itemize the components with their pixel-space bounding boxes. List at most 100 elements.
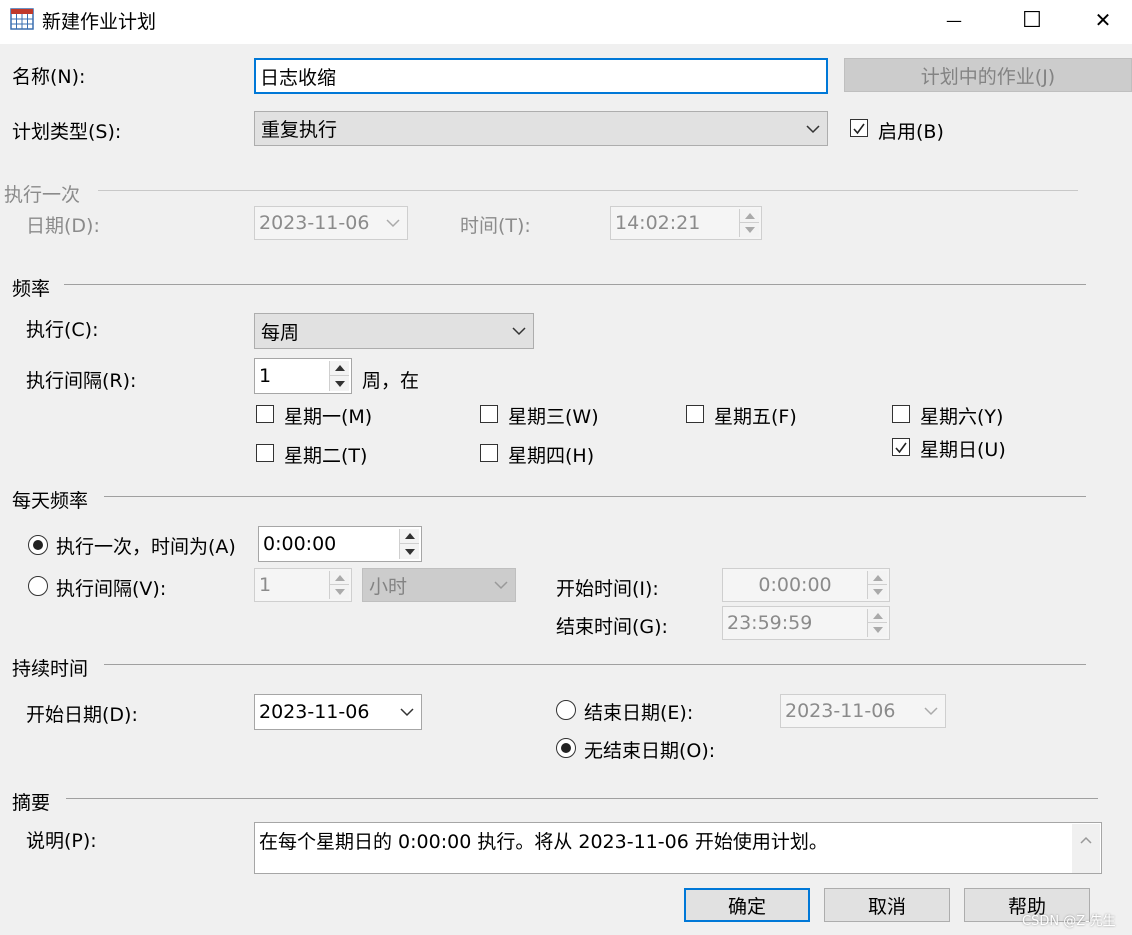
ok-button[interactable]: 确定: [684, 888, 810, 922]
checkmark-icon: [895, 442, 907, 454]
saturday-checkbox[interactable]: [892, 405, 910, 423]
daily-every-radio[interactable]: [28, 576, 48, 596]
name-input[interactable]: 日志收缩: [254, 58, 828, 94]
summary-group-title: 摘要: [12, 792, 51, 814]
close-icon: ✕: [1094, 8, 1112, 32]
description-text: 在每个星期日的 0:00:00 执行。将从 2023-11-06 开始使用计划。: [259, 831, 828, 853]
spin-up-icon[interactable]: [330, 361, 349, 376]
spin-up-icon[interactable]: [868, 609, 887, 623]
chevron-down-icon: [806, 124, 820, 133]
no-end-date-label: 无结束日期(O):: [584, 740, 716, 762]
maximize-icon: ☐: [1022, 7, 1042, 33]
spin-down-icon[interactable]: [400, 544, 419, 559]
one-time-time-label: 时间(T):: [460, 215, 531, 237]
daily-once-spin-buttons[interactable]: [399, 529, 419, 559]
chevron-down-icon: [386, 219, 400, 228]
maximize-button[interactable]: ☐: [996, 0, 1068, 40]
enabled-label: 启用(B): [878, 121, 944, 143]
end-date-label: 结束日期(E):: [584, 702, 694, 724]
start-time-spinner[interactable]: 0:00:00: [722, 568, 890, 602]
spin-up-icon[interactable]: [330, 571, 349, 585]
one-time-time-value: 14:02:21: [615, 212, 701, 234]
start-time-spin-buttons[interactable]: [867, 571, 887, 599]
duration-divider: [104, 664, 1086, 665]
radio-selected-dot: [561, 743, 571, 753]
scroll-up-icon[interactable]: [1080, 836, 1092, 844]
daily-once-radio[interactable]: [28, 535, 48, 555]
one-time-divider: [98, 190, 1078, 191]
description-label: 说明(P):: [26, 830, 97, 852]
one-time-date-label: 日期(D):: [26, 215, 100, 237]
one-time-date-value: 2023-11-06: [259, 212, 370, 234]
schedule-type-select[interactable]: 重复执行: [254, 111, 828, 146]
daily-every-unit-value: 小时: [369, 575, 408, 598]
wednesday-checkbox[interactable]: [480, 405, 498, 423]
schedule-type-value: 重复执行: [261, 119, 338, 141]
sunday-label: 星期日(U): [920, 439, 1006, 461]
thursday-label: 星期四(H): [508, 445, 595, 467]
one-time-time-spinner[interactable]: 14:02:21: [610, 206, 762, 240]
start-date-picker[interactable]: 2023-11-06: [254, 694, 422, 730]
occurs-select[interactable]: 每周: [254, 313, 534, 349]
window-title: 新建作业计划: [42, 11, 157, 33]
recurs-spin-buttons[interactable]: [329, 361, 349, 391]
spin-down-icon[interactable]: [868, 623, 887, 637]
description-textarea[interactable]: 在每个星期日的 0:00:00 执行。将从 2023-11-06 开始使用计划。: [254, 822, 1102, 874]
cancel-button[interactable]: 取消: [824, 888, 950, 922]
end-date-picker[interactable]: 2023-11-06: [780, 694, 946, 728]
monday-label: 星期一(M): [284, 406, 373, 428]
spin-up-icon[interactable]: [740, 209, 759, 223]
start-date-value: 2023-11-06: [259, 701, 370, 723]
start-time-value: 0:00:00: [758, 574, 832, 596]
description-scrollbar[interactable]: [1072, 824, 1100, 873]
duration-group-title: 持续时间: [12, 658, 89, 680]
spin-down-icon[interactable]: [740, 223, 759, 237]
recurs-suffix: 周，在: [362, 370, 420, 392]
recurs-value: 1: [259, 365, 272, 387]
daily-every-unit-select[interactable]: 小时: [362, 568, 516, 602]
start-date-label: 开始日期(D):: [26, 704, 138, 726]
end-date-radio[interactable]: [556, 700, 576, 720]
close-button[interactable]: ✕: [1074, 0, 1132, 40]
spin-down-icon[interactable]: [330, 376, 349, 391]
spin-up-icon[interactable]: [868, 571, 887, 585]
tuesday-checkbox[interactable]: [256, 444, 274, 462]
end-time-value: 23:59:59: [727, 612, 813, 634]
spin-down-icon[interactable]: [868, 585, 887, 599]
monday-checkbox[interactable]: [256, 405, 274, 423]
one-time-date-picker[interactable]: 2023-11-06: [254, 206, 408, 240]
chevron-down-icon: [512, 327, 526, 336]
recurs-label: 执行间隔(R):: [26, 370, 137, 392]
end-time-spinner[interactable]: 23:59:59: [722, 606, 890, 640]
daily-once-label: 执行一次，时间为(A): [56, 536, 236, 558]
minimize-button[interactable]: —: [918, 0, 990, 40]
daily-every-spinner[interactable]: 1: [254, 568, 352, 602]
daily-every-value: 1: [259, 574, 272, 596]
daily-every-spin-buttons[interactable]: [329, 571, 349, 599]
spin-up-icon[interactable]: [400, 529, 419, 544]
name-input-value: 日志收缩: [260, 66, 337, 89]
end-time-spin-buttons[interactable]: [867, 609, 887, 637]
chevron-down-icon: [494, 581, 508, 590]
saturday-label: 星期六(Y): [920, 406, 1004, 428]
occurs-label: 执行(C):: [26, 319, 99, 341]
end-date-value: 2023-11-06: [785, 700, 896, 722]
spin-down-icon[interactable]: [330, 585, 349, 599]
schedule-grid-icon: [10, 8, 34, 30]
friday-label: 星期五(F): [714, 406, 797, 428]
enabled-checkbox[interactable]: [850, 119, 868, 137]
minimize-icon: —: [946, 10, 962, 30]
sunday-checkbox[interactable]: [892, 438, 910, 456]
daily-once-time-spinner[interactable]: 0:00:00: [258, 526, 422, 562]
jobs-in-schedule-button[interactable]: 计划中的作业(J): [844, 58, 1132, 92]
one-time-group-title: 执行一次: [4, 184, 81, 206]
thursday-checkbox[interactable]: [480, 444, 498, 462]
start-time-label: 开始时间(I):: [556, 578, 659, 600]
schedule-type-label: 计划类型(S):: [12, 121, 122, 143]
recurs-spinner[interactable]: 1: [254, 358, 352, 394]
one-time-time-spin-buttons[interactable]: [739, 209, 759, 237]
no-end-date-radio[interactable]: [556, 738, 576, 758]
friday-checkbox[interactable]: [686, 405, 704, 423]
daily-every-label: 执行间隔(V):: [56, 578, 167, 600]
chevron-down-icon: [924, 707, 938, 716]
